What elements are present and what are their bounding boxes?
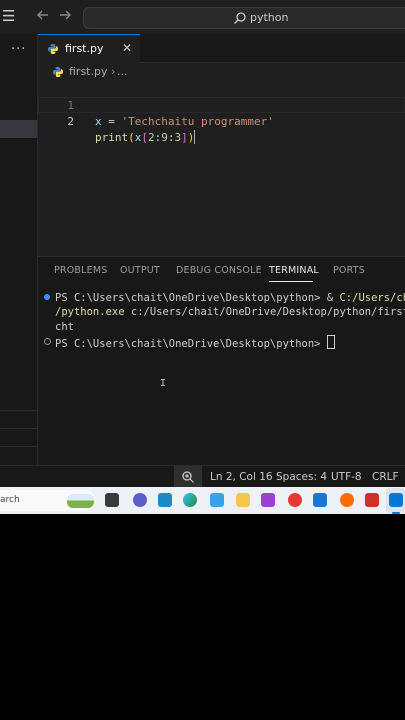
command-center-text: python bbox=[250, 11, 289, 24]
active-tab-indicator bbox=[269, 281, 313, 282]
active-app-indicator bbox=[392, 512, 400, 514]
slice-colon: : bbox=[167, 131, 175, 144]
editor-tab-bar: first.py ✕ bbox=[38, 34, 405, 63]
mouse-ibeam-cursor: I bbox=[160, 378, 167, 389]
notepad-icon[interactable] bbox=[210, 493, 224, 507]
arrow-right-icon[interactable] bbox=[58, 8, 72, 26]
explorer-sidebar: ... bbox=[0, 34, 38, 465]
command-success-icon bbox=[44, 294, 50, 300]
indentation[interactable]: Spaces: 4 bbox=[276, 470, 327, 484]
bracket-close: ] bbox=[181, 131, 188, 144]
title-bar: ☰ python bbox=[0, 0, 405, 34]
search-highlight-image bbox=[67, 494, 94, 508]
more-actions-icon[interactable]: ... bbox=[11, 38, 26, 53]
firefox-icon[interactable] bbox=[340, 493, 354, 507]
tab-debug-console[interactable]: DEBUG CONSOLE bbox=[176, 265, 262, 277]
search-icon bbox=[234, 12, 246, 24]
breadcrumb-symbols[interactable]: ... bbox=[117, 65, 128, 79]
breadcrumb-separator: › bbox=[111, 65, 116, 78]
windows-taskbar: arch bbox=[0, 487, 405, 514]
terminal-line: PS C:\Users\chait\OneDrive\Desktop\pytho… bbox=[55, 335, 335, 351]
command-center-search[interactable]: python bbox=[83, 7, 405, 29]
terminal-line: PS C:\Users\chait\OneDrive\Desktop\pytho… bbox=[55, 291, 405, 305]
vscode-icon[interactable] bbox=[389, 493, 403, 507]
terminal-cursor bbox=[326, 335, 335, 349]
terminal-prompt: PS C:\Users\chait\OneDrive\Desktop\pytho… bbox=[55, 292, 340, 304]
terminal-command: /python.exe bbox=[55, 306, 125, 318]
tab-first-py[interactable]: first.py ✕ bbox=[38, 34, 140, 63]
search-label: arch bbox=[0, 495, 20, 505]
code-line-2[interactable]: 2 print(x[2:9:3]) bbox=[38, 98, 405, 144]
sidebar-divider bbox=[0, 428, 37, 429]
code-line-1[interactable]: 1 x = 'Techchaitu programmer' bbox=[38, 82, 405, 128]
tab-ports[interactable]: PORTS bbox=[333, 265, 365, 277]
ellipsis-menu-icon[interactable]: ☰ bbox=[2, 6, 15, 26]
zoom-magnifier-icon[interactable] bbox=[174, 466, 202, 487]
vscode-window: ☰ python ... first.py ✕ first.py › ... 1… bbox=[0, 0, 405, 487]
terminal-command: C:/Users/chai bbox=[339, 292, 405, 304]
tab-problems[interactable]: PROBLEMS bbox=[54, 265, 107, 277]
paren-open: ( bbox=[128, 131, 135, 144]
close-icon[interactable]: ✕ bbox=[122, 40, 132, 56]
assign-operator: = bbox=[101, 115, 122, 128]
text-caret bbox=[194, 130, 196, 144]
encoding[interactable]: UTF-8 bbox=[331, 470, 362, 484]
slice-start: 2 bbox=[148, 131, 155, 144]
tab-terminal[interactable]: TERMINAL bbox=[269, 265, 319, 277]
string-literal: 'Techchaitu programmer' bbox=[121, 115, 274, 128]
status-bar: Ln 2, Col 16 Spaces: 4 UTF-8 CRLF bbox=[0, 465, 405, 487]
bracket-open: [ bbox=[141, 131, 148, 144]
python-file-icon bbox=[53, 67, 63, 77]
dell-icon[interactable] bbox=[158, 493, 172, 507]
sidebar-divider bbox=[0, 446, 37, 447]
teams-icon[interactable] bbox=[133, 493, 147, 507]
file-explorer-icon[interactable] bbox=[236, 493, 250, 507]
terminal-prompt: PS C:\Users\chait\OneDrive\Desktop\pytho… bbox=[55, 338, 327, 350]
arrow-left-icon[interactable] bbox=[36, 8, 50, 26]
taskbar-search[interactable]: arch bbox=[0, 490, 96, 511]
media-app-icon[interactable] bbox=[288, 493, 302, 507]
bottom-panel: PROBLEMS OUTPUT DEBUG CONSOLE TERMINAL P… bbox=[38, 256, 405, 466]
terminal-line: /python.exe c:/Users/chait/OneDrive/Desk… bbox=[55, 305, 405, 319]
tab-label: first.py bbox=[65, 42, 104, 55]
print-function: print bbox=[95, 131, 129, 144]
code-editor[interactable]: 1 x = 'Techchaitu programmer' 2 print( x [… bbox=[38, 80, 405, 255]
cursor-position[interactable]: Ln 2, Col 16 bbox=[210, 470, 273, 484]
terminal-output-line: cht bbox=[55, 321, 74, 333]
edge-icon[interactable] bbox=[183, 493, 197, 507]
variable-x: x bbox=[95, 115, 102, 128]
wps-office-icon[interactable] bbox=[365, 493, 379, 507]
store-icon[interactable] bbox=[313, 493, 327, 507]
sidebar-selected-item[interactable] bbox=[0, 120, 37, 138]
task-view-icon[interactable] bbox=[105, 493, 119, 507]
terminal-args: c:/Users/chait/OneDrive/Desktop/python/f… bbox=[124, 306, 405, 318]
clipchamp-icon[interactable] bbox=[261, 493, 275, 507]
end-of-line[interactable]: CRLF bbox=[372, 470, 399, 484]
command-pending-icon bbox=[44, 338, 51, 345]
python-file-icon bbox=[48, 44, 58, 54]
line-number: 2 bbox=[67, 115, 74, 128]
slice-stop: 9 bbox=[161, 131, 168, 144]
tab-output[interactable]: OUTPUT bbox=[120, 265, 160, 277]
sidebar-divider bbox=[0, 410, 37, 411]
breadcrumb-file[interactable]: first.py bbox=[69, 65, 107, 79]
paren-close: ) bbox=[187, 131, 195, 144]
